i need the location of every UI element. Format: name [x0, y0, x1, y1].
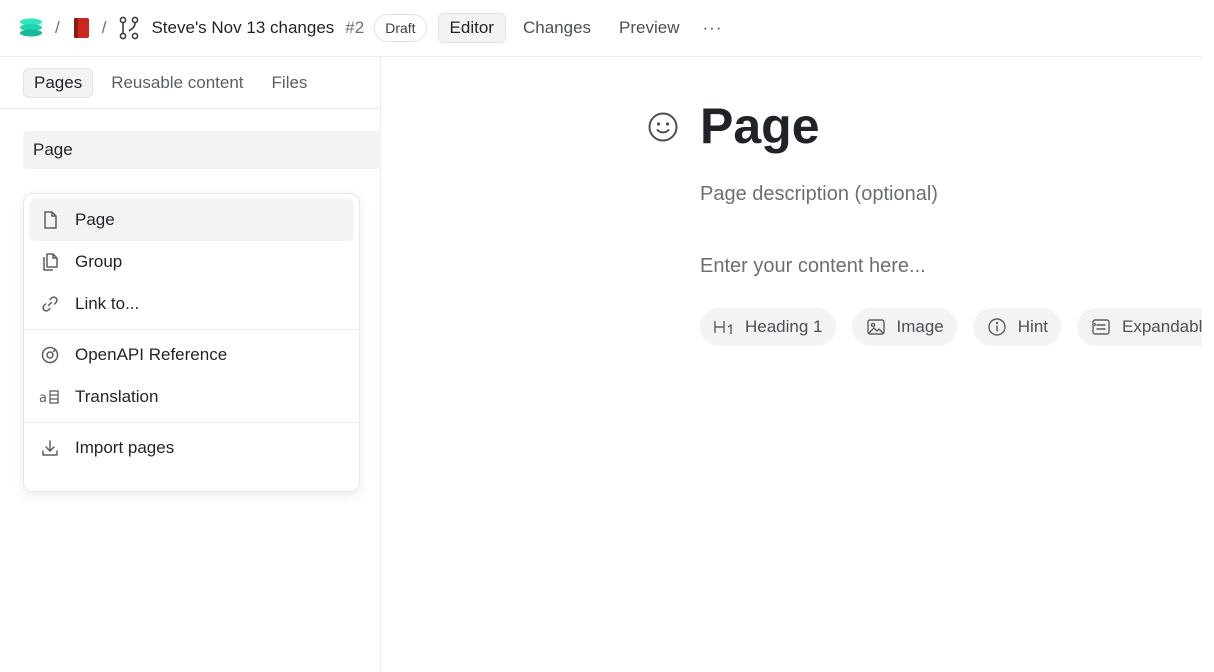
sidebar-tab-files[interactable]: Files	[262, 68, 318, 98]
menu-item-openapi-reference[interactable]: OpenAPI Reference	[29, 334, 354, 376]
sidebar-tabs: Pages Reusable content Files	[0, 57, 380, 109]
top-bar: / / Steve's Nov 13 changes #2 Draft Edit…	[0, 0, 1202, 57]
page-description-field[interactable]: Page description (optional)	[700, 183, 938, 206]
link-icon	[39, 293, 61, 315]
block-suggestions: Heading 1 Image Hint Expandabl	[700, 308, 1202, 346]
menu-divider	[24, 329, 359, 330]
sidebar-tab-reusable-content[interactable]: Reusable content	[101, 68, 253, 98]
menu-item-translation[interactable]: a Translation	[29, 376, 354, 418]
translation-icon: a	[39, 386, 61, 408]
branch-title[interactable]: Steve's Nov 13 changes	[151, 18, 334, 38]
hint-icon	[986, 316, 1008, 338]
expandable-icon	[1090, 316, 1112, 338]
menu-item-page[interactable]: Page	[29, 199, 354, 241]
content-editor[interactable]: Enter your content here...	[700, 255, 926, 278]
heading-icon	[713, 316, 735, 338]
branch-icon	[117, 16, 141, 40]
menu-item-label: OpenAPI Reference	[75, 345, 228, 364]
insert-hint-button[interactable]: Hint	[972, 308, 1061, 346]
editor-area: Page Page description (optional) Enter y…	[382, 57, 1202, 672]
import-icon	[39, 437, 61, 459]
chip-label: Heading 1	[745, 317, 823, 336]
sidebar: Pages Reusable content Files Page Page G…	[0, 57, 381, 672]
menu-item-label: Link to...	[75, 294, 140, 313]
menu-item-import-pages[interactable]: Import pages	[29, 427, 354, 469]
menu-item-label: Import pages	[75, 438, 175, 457]
page-icon	[39, 209, 61, 231]
menu-item-group[interactable]: Group	[29, 241, 354, 283]
image-icon	[865, 316, 887, 338]
insert-heading-button[interactable]: Heading 1	[700, 308, 836, 346]
breadcrumb-separator: /	[101, 18, 107, 37]
more-options-icon[interactable]: ···	[703, 18, 723, 38]
chip-label: Expandable	[1122, 317, 1202, 336]
insert-image-button[interactable]: Image	[851, 308, 957, 346]
menu-item-link[interactable]: Link to...	[29, 283, 354, 325]
page-title[interactable]: Page	[700, 97, 820, 155]
openapi-icon	[39, 344, 61, 366]
book-icon[interactable]	[71, 17, 91, 39]
menu-item-label: Page	[75, 210, 115, 229]
menu-divider	[24, 422, 359, 423]
menu-item-label: Group	[75, 252, 123, 271]
group-icon	[39, 251, 61, 273]
app-logo-icon[interactable]	[18, 17, 44, 39]
menu-item-label: Translation	[75, 387, 159, 406]
status-badge: Draft	[374, 14, 427, 42]
sidebar-tab-pages[interactable]: Pages	[23, 67, 94, 98]
smiley-icon[interactable]	[647, 111, 679, 143]
insert-expandable-button[interactable]: Expandable	[1077, 308, 1202, 346]
branch-number: #2	[345, 18, 365, 37]
tab-editor[interactable]: Editor	[437, 13, 506, 43]
chip-label: Hint	[1017, 317, 1048, 336]
breadcrumb-separator: /	[55, 18, 60, 37]
svg-text:a: a	[39, 391, 47, 406]
tab-preview[interactable]: Preview	[608, 13, 690, 43]
tab-changes[interactable]: Changes	[512, 13, 602, 43]
sidebar-item-page[interactable]: Page	[23, 131, 381, 169]
add-item-menu: Page Group Link to... OpenAPI Reference …	[23, 193, 360, 492]
chip-label: Image	[896, 317, 944, 336]
